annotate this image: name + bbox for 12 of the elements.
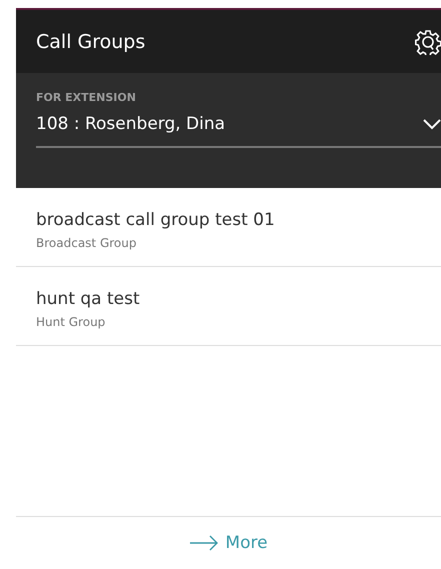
chevron-down-icon <box>423 118 441 130</box>
group-type: Broadcast Group <box>36 236 136 250</box>
group-name: broadcast call group test 01 <box>36 210 275 230</box>
group-list-item[interactable]: broadcast call group test 01 Broadcast Group <box>16 188 441 267</box>
panel-title: Call Groups <box>36 30 146 52</box>
settings-icon[interactable] <box>415 28 441 54</box>
arrow-right-icon <box>189 535 220 551</box>
extension-label: FOR EXTENSION <box>36 91 137 104</box>
group-name: hunt qa test <box>36 289 140 309</box>
extension-dropdown[interactable]: 108 : Rosenberg, Dina <box>36 104 441 148</box>
group-type: Hunt Group <box>36 315 106 329</box>
group-list-item[interactable]: hunt qa test Hunt Group <box>16 267 441 346</box>
